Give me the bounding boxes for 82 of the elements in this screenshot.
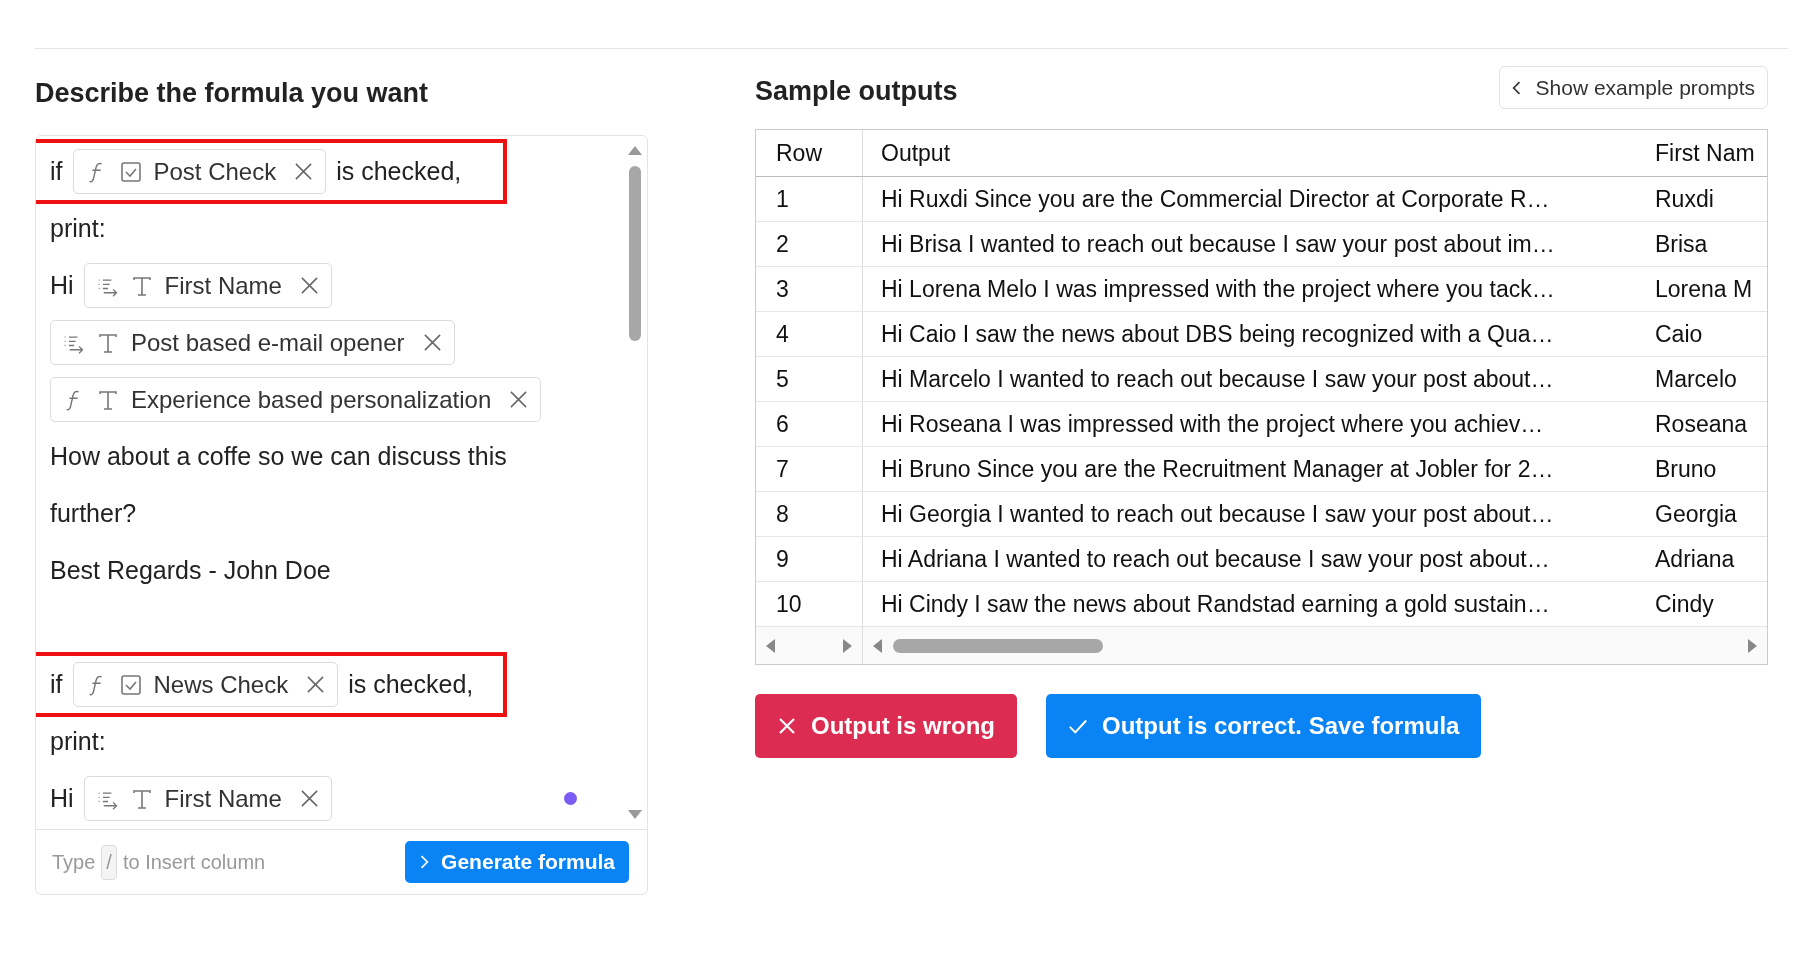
close-icon[interactable] — [299, 789, 319, 808]
column-chip[interactable]: First Name — [83, 776, 332, 821]
scrollbar-thumb[interactable] — [629, 166, 641, 341]
scroll-left-icon[interactable] — [871, 637, 883, 654]
scroll-right-icon[interactable] — [1747, 637, 1759, 654]
table-cell-text: Hi Roseana I was impressed with the project where you achiev… — [880, 409, 1545, 439]
scroll-up-icon[interactable] — [627, 144, 643, 156]
section-title: Sample outputs — [755, 76, 958, 107]
reject-output-button[interactable]: Output is wrong — [755, 694, 1017, 758]
table-cell: 5 — [756, 357, 863, 401]
table-cell: 6 — [756, 402, 863, 446]
table-cell: 4 — [756, 312, 863, 356]
scroll-left-icon[interactable] — [764, 637, 776, 654]
table-cell-text: Hi Ruxdi Since you are the Commercial Director at Corporate R… — [880, 184, 1551, 214]
column-chip[interactable]: Experience based personalization — [50, 377, 542, 422]
column-header: Row — [756, 130, 863, 176]
column-chip[interactable]: First Name — [83, 263, 332, 308]
formula-text: Best Regards - John Doe — [50, 555, 331, 586]
table-cell-text: Adriana — [1655, 544, 1736, 574]
save-formula-button[interactable]: Output is correct. Save formula — [1046, 694, 1482, 758]
formula-text: Hi — [50, 783, 74, 814]
table-cell-text: Bruno — [1655, 454, 1718, 484]
scroll-down-icon[interactable] — [627, 809, 643, 821]
formula-text: print: — [50, 213, 106, 244]
formula-text: How about a coffe so we can discuss this further? — [50, 441, 508, 529]
table-cell: 3 — [756, 267, 863, 311]
close-icon — [777, 716, 797, 736]
text-type-icon — [130, 787, 153, 810]
status-dot — [564, 792, 577, 805]
table-cell-text: Hi Adriana I wanted to reach out because I saw your post about… — [880, 544, 1551, 574]
show-examples-button[interactable]: Show example prompts — [1498, 66, 1768, 109]
text-type-icon — [130, 274, 153, 297]
table-cell: 7 — [756, 447, 863, 491]
text-type-icon — [97, 388, 119, 411]
close-icon[interactable] — [422, 333, 442, 352]
formula-text: if — [50, 156, 63, 187]
table-cell-text: Ruxdi — [1655, 184, 1715, 214]
table-cell-text: Marcelo — [1655, 364, 1738, 394]
hint-text: to Insert column — [122, 850, 266, 874]
table-cell: 10 — [756, 582, 863, 626]
formula-text: is checked, — [348, 669, 474, 700]
table-cell: 8 — [756, 492, 863, 536]
table-cell-text: Hi Marcelo I wanted to reach out because I saw your post about… — [880, 364, 1555, 394]
key-hint: / — [101, 844, 117, 880]
table-cell-text: Hi Georgia I wanted to reach out because I saw your post about… — [880, 499, 1555, 529]
close-icon[interactable] — [306, 675, 326, 694]
table-cell-text: Brisa — [1655, 229, 1709, 259]
column-header: First Nam — [1655, 138, 1756, 168]
column-chip[interactable]: News Check — [72, 662, 339, 707]
text-type-icon — [97, 331, 119, 354]
scroll-right-icon[interactable] — [842, 637, 854, 654]
checkbox-icon — [119, 160, 142, 183]
table-cell-text: Georgia — [1655, 499, 1738, 529]
formula-editor[interactable] — [35, 135, 648, 895]
section-title: Describe the formula you want — [35, 78, 430, 109]
hint-text: Type — [52, 850, 96, 874]
table-cell-text: Hi Cindy I saw the news about Randstad earning a gold sustain… — [880, 589, 1551, 619]
table-cell-text: Roseana — [1655, 409, 1749, 439]
column-header: Output — [880, 138, 952, 168]
table-cell: 2 — [756, 222, 863, 266]
table-cell-text: Hi Brisa I wanted to reach out because I saw your post about im… — [880, 229, 1556, 259]
table-cell-text: Hi Lorena Melo I was impressed with the project where you tack… — [880, 274, 1556, 304]
formula-text: Hi — [50, 270, 74, 301]
table-cell-text: Hi Caio I saw the news about DBS being recognized with a Qua… — [880, 319, 1555, 349]
checkbox-icon — [119, 673, 142, 696]
formula-text: print: — [50, 726, 106, 757]
formula-text: if — [50, 669, 63, 700]
generate-formula-button[interactable]: Generate formula — [405, 841, 629, 883]
table-cell-text: Lorena M — [1655, 274, 1754, 304]
table-cell-text: Hi Bruno Since you are the Recruitment Manager at Jobler for 2… — [880, 454, 1555, 484]
close-icon[interactable] — [294, 162, 314, 181]
scrollbar-thumb[interactable] — [893, 638, 1103, 653]
table-cell-text: Caio — [1655, 319, 1704, 349]
table-cell: 9 — [756, 537, 863, 581]
table-cell-text: Cindy — [1655, 589, 1715, 619]
column-chip[interactable]: Post based e-mail opener — [50, 320, 455, 365]
close-icon[interactable] — [299, 276, 319, 295]
close-icon[interactable] — [509, 390, 529, 409]
formula-text: is checked, — [336, 156, 462, 187]
chevron-right-icon — [419, 853, 430, 871]
column-chip[interactable]: Post Check — [72, 149, 327, 194]
table-cell: 1 — [756, 177, 863, 221]
